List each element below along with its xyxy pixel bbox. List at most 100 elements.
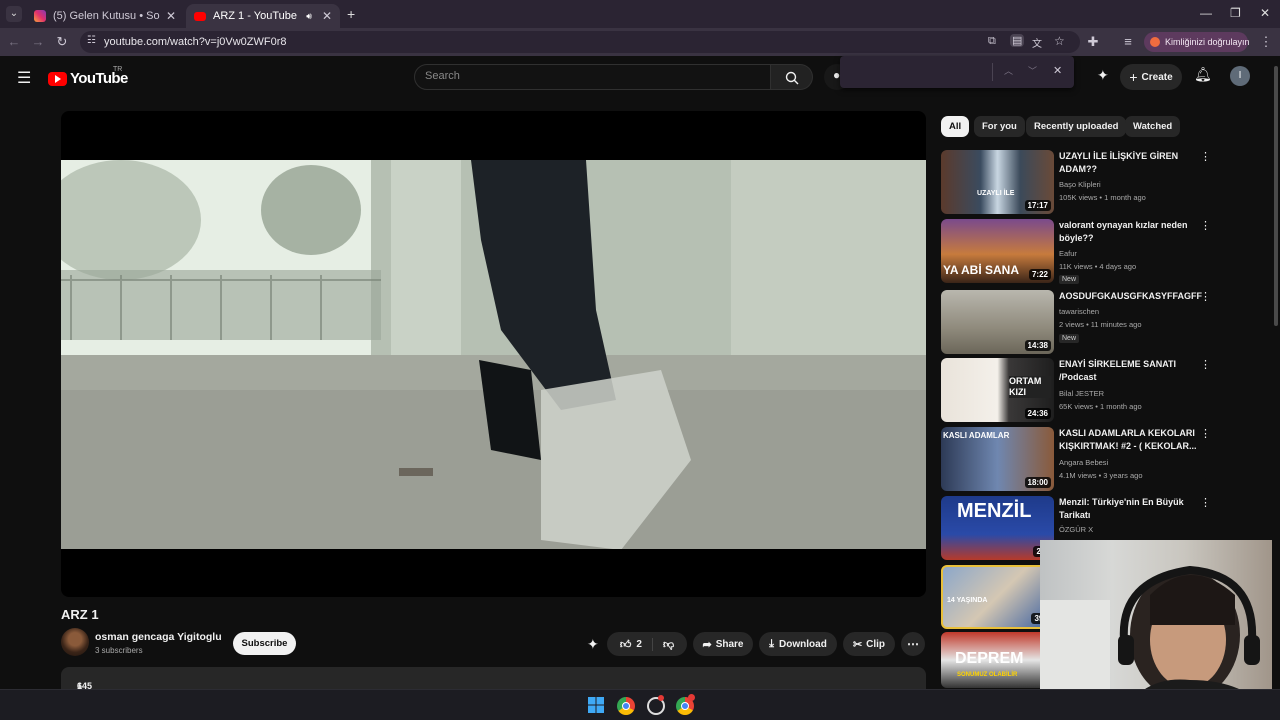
chrome-menu-icon[interactable]: ⋮ (1258, 34, 1274, 50)
thumbnail-text: YA ABİ SANA (943, 263, 1020, 277)
reader-icon[interactable]: ▤ (1010, 34, 1025, 47)
recommendation-title[interactable]: ENAYİ SİRKELEME SANATI /Podcast (1059, 358, 1199, 384)
reload-icon[interactable]: ↻ (54, 34, 70, 50)
share-icon: ➦ (702, 638, 712, 651)
chrome-profile-taskbar-icon[interactable] (676, 694, 695, 715)
chip-recently-uploaded[interactable]: Recently uploaded (1026, 116, 1127, 137)
chip-for-you[interactable]: For you (974, 116, 1025, 137)
recommendation-meta: 2 views • 11 minutes ago (1059, 320, 1142, 329)
channel-avatar[interactable] (61, 628, 89, 656)
recommendation-item[interactable]: 14:38 AOSDUFGKAUSGFKASYFFAGFF tawarische… (941, 290, 1211, 354)
recommendation-title[interactable]: UZAYLI İLE İLİŞKİYE GİREN ADAM?? (1059, 150, 1199, 176)
recommendation-item[interactable]: ORTAM KIZI 24:36 ENAYİ SİRKELEME SANATI … (941, 358, 1211, 422)
video-thumbnail[interactable]: 14 YAŞINDA 39: (941, 565, 1054, 629)
media-controls-icon[interactable]: ≡ (1120, 34, 1136, 49)
more-actions-button[interactable]: ⋯ (901, 632, 925, 656)
recommendation-item[interactable]: KASLI ADAMLAR 18:00 KASLI ADAMLARLA KEKO… (941, 427, 1211, 491)
more-options-icon[interactable]: ⋮ (1200, 427, 1211, 440)
search-input[interactable] (425, 70, 755, 82)
video-thumbnail[interactable]: MENZİL 29: (941, 496, 1054, 560)
windows-start-icon[interactable] (588, 697, 606, 715)
video-thumbnail[interactable]: YA ABİ SANA 7:22 (941, 219, 1054, 283)
site-settings-icon[interactable]: ☷ (87, 35, 96, 46)
sparkle-icon[interactable]: ✦ (1097, 67, 1109, 84)
create-button[interactable]: + Create (1120, 64, 1182, 90)
recommendation-channel[interactable]: Bilal JESTER (1059, 389, 1104, 398)
video-thumbnail[interactable]: DEPREM SONUMUZ OLABİLİR (941, 632, 1054, 688)
notifications-bell-icon[interactable]: 🔔︎ (1194, 66, 1212, 83)
back-icon[interactable]: ← (6, 34, 22, 49)
download-button[interactable]: ⤓ Download (759, 632, 837, 656)
thumbnail-text: ORTAM KIZI (1009, 376, 1051, 398)
video-thumbnail[interactable]: 14:38 (941, 290, 1054, 354)
more-options-icon[interactable]: ⋮ (1200, 150, 1211, 163)
video-duration: 7:22 (1028, 269, 1051, 280)
thumbnail-text: MENZİL (957, 500, 1032, 522)
recommendation-channel[interactable]: Başo Klipleri (1059, 180, 1101, 189)
search-field[interactable] (414, 64, 771, 90)
recommendation-channel[interactable]: Angara Bebesi (1059, 458, 1108, 467)
find-previous-icon[interactable]: ︿ (1004, 64, 1013, 77)
profile-verify-label: Kimliğinizi doğrulayın (1165, 37, 1250, 47)
video-player[interactable] (61, 111, 926, 597)
profile-verify-button[interactable]: Kimliğinizi doğrulayın (1144, 32, 1250, 52)
close-window-icon[interactable]: ✕ (1260, 6, 1270, 20)
more-options-icon[interactable]: ⋮ (1200, 219, 1211, 232)
browser-tab-instagram[interactable]: (5) Gelen Kutusu • Sohbetler ✕ (26, 4, 184, 28)
new-tab-button[interactable]: + (347, 6, 355, 22)
thumbs-down-icon: 👎︎ (662, 638, 675, 651)
obs-taskbar-icon[interactable] (647, 695, 665, 715)
browser-tab-youtube[interactable]: ARZ 1 - YouTube 🔊︎ ✕ (186, 4, 340, 28)
recommendation-channel[interactable]: ÖZGÜR X (1059, 525, 1093, 534)
recommendation-title[interactable]: valorant oynayan kızlar neden böyle?? (1059, 219, 1199, 245)
forward-icon[interactable]: → (30, 34, 46, 49)
chrome-taskbar-icon[interactable] (617, 697, 635, 715)
search-button[interactable] (771, 64, 813, 90)
clip-button[interactable]: ✂ Clip (843, 632, 895, 656)
dislike-button[interactable]: 👎︎ (653, 638, 674, 651)
recommendation-title[interactable]: AOSDUFGKAUSGFKASYFFAGFF (1059, 290, 1202, 303)
page-scrollbar[interactable] (1272, 56, 1280, 689)
minimize-icon[interactable]: — (1200, 6, 1212, 20)
video-duration: 18:00 (1024, 477, 1051, 488)
bookmark-star-icon[interactable]: ☆ (1054, 34, 1065, 48)
chip-watched[interactable]: Watched (1125, 116, 1181, 137)
address-bar[interactable]: ☷ youtube.com/watch?v=j0Vw0ZWF0r8 ⧉ ▤ 文 … (80, 31, 1080, 53)
find-next-icon[interactable]: ﹀ (1028, 64, 1037, 77)
recommendation-item[interactable]: UZAYLI İLE 17:17 UZAYLI İLE İLİŞKİYE GİR… (941, 150, 1211, 214)
more-options-icon[interactable]: ⋮ (1200, 290, 1211, 303)
video-thumbnail[interactable]: ORTAM KIZI 24:36 (941, 358, 1054, 422)
recommendation-channel[interactable]: Eafur (1059, 249, 1077, 258)
share-button[interactable]: ➦ Share (693, 632, 753, 656)
video-thumbnail[interactable]: KASLI ADAMLAR 18:00 (941, 427, 1054, 491)
recommendation-channel[interactable]: tawarischen (1059, 307, 1099, 316)
like-button[interactable]: 👍︎ 2 (620, 637, 653, 651)
speaker-icon[interactable]: 🔊︎ (306, 11, 312, 22)
recommendation-item[interactable]: YA ABİ SANA 7:22 valorant oynayan kızlar… (941, 219, 1211, 284)
close-tab-icon[interactable]: ✕ (322, 9, 332, 23)
install-app-icon[interactable]: ⧉ (988, 35, 996, 48)
scrollbar-thumb[interactable] (1274, 66, 1278, 326)
tab-search-button[interactable]: ⌄ (6, 6, 22, 22)
chip-all[interactable]: All (941, 116, 970, 137)
more-options-icon[interactable]: ⋮ (1200, 358, 1211, 371)
ai-sparkle-icon[interactable]: ✦ (587, 636, 599, 653)
translate-icon[interactable]: 文 (1032, 35, 1042, 50)
channel-name[interactable]: osman gencaga Yigitoglu (95, 631, 222, 643)
more-options-icon[interactable]: ⋮ (1200, 496, 1211, 509)
find-input[interactable] (848, 63, 986, 81)
description-box[interactable]: 145 views 6 years ago (61, 667, 926, 711)
find-close-icon[interactable]: ✕ (1053, 64, 1062, 77)
extensions-icon[interactable]: ✚ (1085, 34, 1101, 50)
close-tab-icon[interactable]: ✕ (166, 9, 176, 23)
recommendation-title[interactable]: KASLI ADAMLARLA KEKOLARI KIŞKIRTMAK! #2 … (1059, 427, 1199, 453)
recommendation-title[interactable]: Menzil: Türkiye'nin En Büyük Tarikatı (1059, 496, 1199, 522)
hamburger-menu-icon[interactable]: ☰ (17, 68, 31, 88)
video-thumbnail[interactable]: UZAYLI İLE 17:17 (941, 150, 1054, 214)
account-avatar[interactable]: I (1230, 66, 1250, 86)
create-label: Create (1141, 71, 1173, 83)
video-duration: 14:38 (1024, 340, 1051, 351)
youtube-logo[interactable]: YouTube TR (48, 66, 128, 87)
subscribe-button[interactable]: Subscribe (233, 632, 296, 655)
restore-icon[interactable]: ❐ (1230, 6, 1241, 20)
